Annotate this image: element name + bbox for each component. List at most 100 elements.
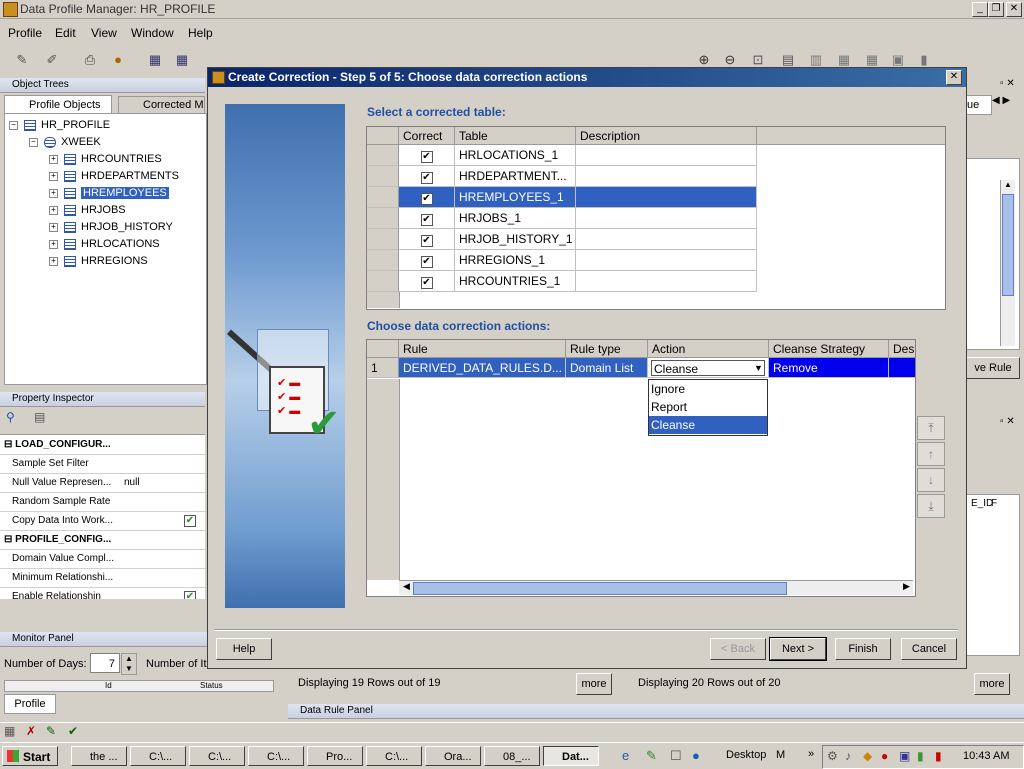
tray-icon[interactable]: ▮	[935, 749, 942, 763]
property-section[interactable]: ⊟ LOAD_CONFIGUR...	[0, 435, 205, 455]
help-button[interactable]: Help	[216, 638, 272, 660]
quicklaunch-icon[interactable]: ☐	[670, 748, 682, 764]
right-scrollbar[interactable]: ▲	[1000, 180, 1015, 346]
table-row-selected[interactable]: HREMPLOYEES_1	[455, 187, 576, 208]
tab-profile-objects[interactable]: Profile Objects	[4, 95, 112, 113]
tree-root[interactable]: − HR_PROFILE	[9, 118, 110, 133]
task-button-active[interactable]: Dat...	[543, 746, 599, 766]
action-select[interactable]: Cleanse ▼	[648, 358, 769, 378]
property-row[interactable]: Enable Relationshin ✔	[0, 587, 205, 599]
property-row[interactable]: Copy Data Into Work... ✔	[0, 511, 205, 531]
tree-item[interactable]: + HRDEPARTMENTS	[49, 169, 179, 184]
tab-profile[interactable]: Profile	[4, 694, 56, 714]
table-row-selected[interactable]: ✔	[399, 187, 455, 208]
export-icon[interactable]: ▦	[172, 51, 192, 69]
back-button[interactable]: < Back	[710, 638, 766, 660]
table-row[interactable]: ✔	[399, 250, 455, 271]
col-rule[interactable]: Rule	[399, 340, 566, 358]
table-row[interactable]: ✔	[399, 145, 455, 166]
dialog-close-icon[interactable]: ✕	[946, 70, 962, 85]
menu-edit[interactable]: Edit	[55, 26, 76, 40]
option-cleanse[interactable]: Cleanse	[649, 416, 767, 434]
table-row[interactable]: HRREGIONS_1	[455, 250, 576, 271]
minimize-icon[interactable]: _	[972, 2, 988, 17]
scroll-left-icon[interactable]: ◀	[403, 581, 410, 592]
menu-view[interactable]: View	[91, 26, 117, 40]
move-down-icon[interactable]: ↓	[917, 468, 945, 492]
tray-icon[interactable]: ▣	[899, 749, 910, 763]
task-button[interactable]: the ...	[71, 746, 127, 766]
col-action[interactable]: Action	[648, 340, 769, 358]
property-section[interactable]: ⊟ PROFILE_CONFIG...	[0, 530, 205, 550]
task-button[interactable]: Pro...	[307, 746, 363, 766]
edit-icon[interactable]: ✐	[42, 51, 62, 69]
tree-item[interactable]: + HRCOUNTRIES	[49, 152, 162, 167]
next-button[interactable]: Next >	[769, 637, 827, 661]
categories-icon[interactable]: ▤	[34, 410, 45, 424]
task-button[interactable]: C:\...	[189, 746, 245, 766]
tag-icon[interactable]: ✎	[12, 51, 32, 69]
horizontal-scrollbar[interactable]: ◀ ▶	[399, 580, 913, 595]
days-spinner[interactable]: ▲ ▼	[121, 653, 137, 675]
left-more-button[interactable]: more	[576, 673, 612, 695]
enable-relationship-checkbox[interactable]: ✔	[184, 591, 196, 599]
description-cell[interactable]	[889, 358, 915, 378]
edit-icon[interactable]: ✎	[46, 724, 56, 738]
menu-window[interactable]: Window	[131, 26, 174, 40]
col-table[interactable]: Table	[455, 127, 576, 145]
table-row[interactable]: HRJOBS_1	[455, 208, 576, 229]
tree-item[interactable]: + HRREGIONS	[49, 254, 148, 269]
scroll-right-icon[interactable]: ▶	[903, 581, 910, 592]
task-button[interactable]: 08_...	[484, 746, 540, 766]
property-row[interactable]: Minimum Relationshi...	[0, 568, 205, 588]
tree-module[interactable]: − XWEEK	[29, 135, 101, 150]
rule-type-cell[interactable]: Domain List	[566, 358, 648, 378]
cleanse-strategy-cell[interactable]: Remove	[769, 358, 889, 378]
menu-profile[interactable]: Profile	[8, 26, 42, 40]
task-button[interactable]: C:\...	[130, 746, 186, 766]
rule-cell[interactable]: DERIVED_DATA_RULES.D...	[399, 358, 566, 378]
option-ignore[interactable]: Ignore	[649, 380, 767, 398]
quicklaunch-icon[interactable]: ✎	[646, 748, 657, 764]
col-cleanse-strategy[interactable]: Cleanse Strategy	[769, 340, 889, 358]
tray-icon[interactable]: ●	[881, 749, 888, 763]
right-more-button[interactable]: more	[974, 673, 1010, 695]
sort-icon[interactable]: ⚲	[6, 410, 15, 424]
property-row[interactable]: Domain Value Compl...	[0, 549, 205, 569]
tree-item-selected[interactable]: + HREMPLOYEES	[49, 186, 169, 201]
tab-scroll-icon[interactable]: ◀ ▶	[992, 95, 1010, 106]
desktop-toolbar[interactable]: Desktop	[726, 749, 766, 761]
table-row[interactable]: HRLOCATIONS_1	[455, 145, 576, 166]
grid-icon[interactable]: ▦	[4, 724, 15, 738]
print-icon[interactable]: ⎙	[80, 51, 100, 69]
col-description[interactable]: Description	[576, 127, 757, 145]
action-select-value[interactable]: Cleanse	[651, 360, 765, 376]
tree-item[interactable]: + HRJOB_HISTORY	[49, 220, 173, 235]
menu-help[interactable]: Help	[188, 26, 213, 40]
table-row[interactable]: HRJOB_HISTORY_1	[455, 229, 576, 250]
task-button[interactable]: C:\...	[248, 746, 304, 766]
table-row[interactable]: ✔	[399, 166, 455, 187]
tray-icon[interactable]: ▮	[917, 749, 924, 763]
task-button[interactable]: Ora...	[425, 746, 481, 766]
wizard-icon[interactable]: ●	[108, 51, 128, 69]
maximize-icon[interactable]: ❐	[988, 2, 1004, 17]
remove-rule-button[interactable]: ve Rule	[966, 357, 1020, 379]
scroll-thumb[interactable]	[413, 582, 787, 595]
table-row[interactable]: HRDEPARTMENT...	[455, 166, 576, 187]
tree-item[interactable]: + HRLOCATIONS	[49, 237, 160, 252]
ie-icon[interactable]: e	[622, 748, 629, 763]
col-rule-type[interactable]: Rule type	[566, 340, 648, 358]
table-row[interactable]: ✔	[399, 208, 455, 229]
close-icon[interactable]: ✕	[1006, 2, 1022, 17]
table-row[interactable]: HRCOUNTRIES_1	[455, 271, 576, 292]
cancel-button[interactable]: Cancel	[901, 638, 957, 660]
property-row[interactable]: Sample Set Filter	[0, 454, 205, 474]
check-icon[interactable]: ✔	[68, 724, 78, 738]
volume-icon[interactable]: ♪	[845, 749, 851, 763]
right-tab-fragment[interactable]: ue	[966, 95, 992, 115]
days-input[interactable]: 7	[90, 653, 120, 673]
property-row[interactable]: Random Sample Rate	[0, 492, 205, 512]
finish-button[interactable]: Finish	[835, 638, 891, 660]
import-icon[interactable]: ▦	[145, 51, 165, 69]
